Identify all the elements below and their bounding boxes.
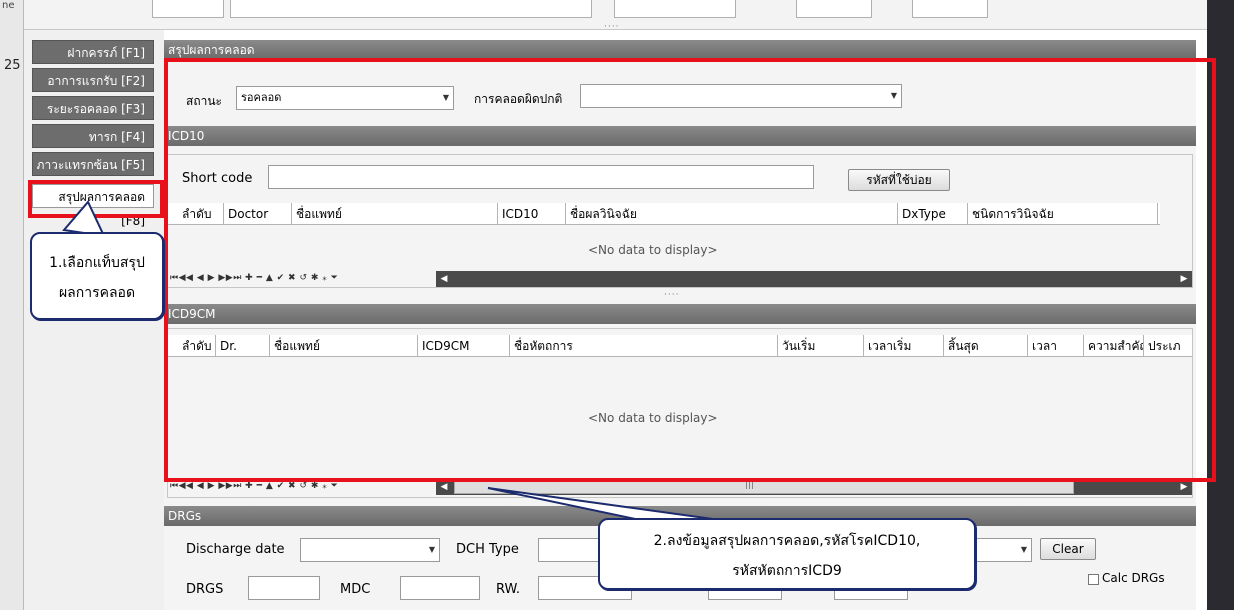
callout2-pointer [487, 487, 721, 521]
callout1-pointer [62, 200, 106, 238]
callout1-line1: 1.เลือกแท็บสรุป [49, 255, 145, 271]
callout-select-tab: 1.เลือกแท็บสรุป ผลการคลอด [30, 232, 164, 320]
callout1-line2: ผลการคลอด [58, 285, 136, 301]
callout2-line2: รหัสหัตถการICD9 [732, 563, 842, 579]
callout-enter-data: 2.ลงข้อมูลสรุปผลการคลอด,รหัสโรคICD10, รห… [598, 518, 976, 590]
callout2-line1: 2.ลงข้อมูลสรุปผลการคลอด,รหัสโรคICD10, [653, 533, 921, 549]
